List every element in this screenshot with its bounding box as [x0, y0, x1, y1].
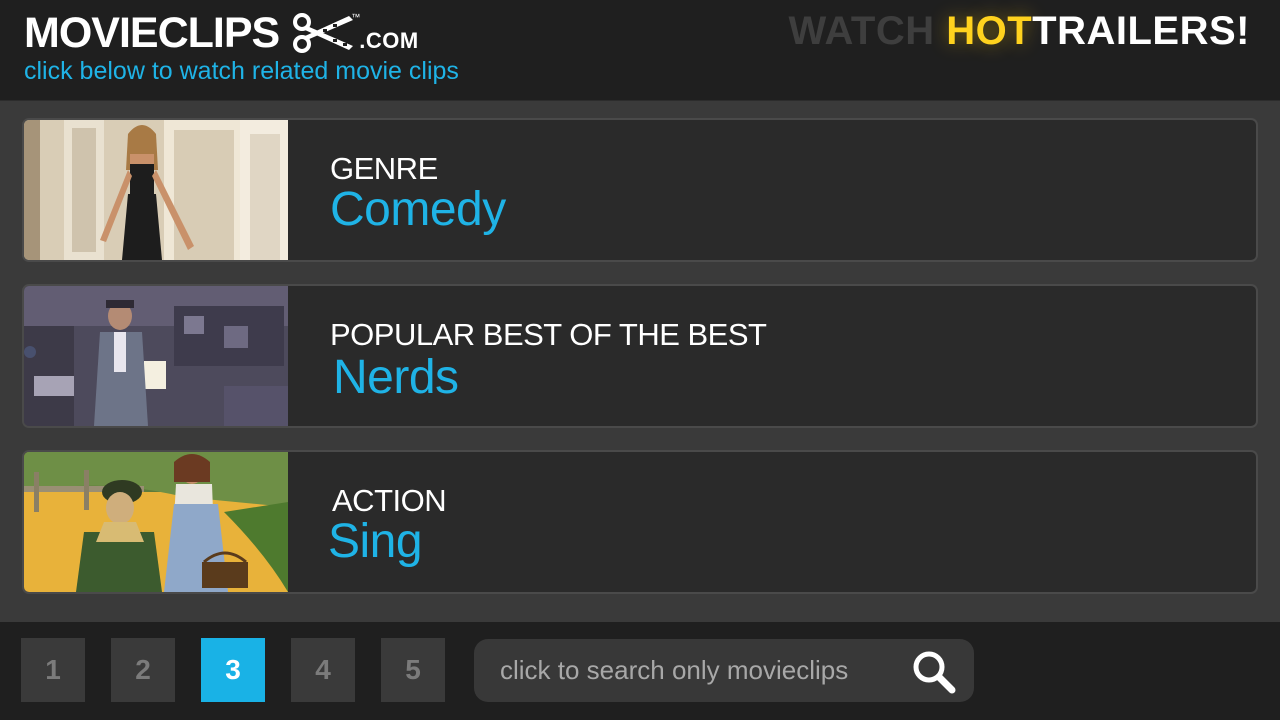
clip-card-sing[interactable]: ACTION Sing — [22, 450, 1258, 594]
tagline: click below to watch related movie clips — [24, 57, 459, 85]
watch-hot-trailers-banner[interactable]: WATCH HOTTRAILERS! — [788, 8, 1250, 54]
promo-word-hot: HOT — [946, 9, 1033, 53]
logo-text: MOVIECLIPS — [24, 9, 280, 57]
page-button-5[interactable]: 5 — [381, 638, 445, 702]
card-title: Sing — [328, 515, 423, 568]
movieclips-logo[interactable]: MOVIECLIPS ™ .COM — [24, 10, 419, 56]
trademark-mark: ™ — [351, 12, 361, 22]
page-button-1[interactable]: 1 — [21, 638, 85, 702]
scissors-icon: ™ — [293, 12, 361, 54]
search-input[interactable]: click to search only movieclips — [474, 639, 974, 702]
promo-word-watch: WATCH — [788, 9, 947, 53]
clip-card-nerds[interactable]: POPULAR BEST OF THE BEST Nerds — [22, 284, 1258, 428]
sing-scene-thumbnail — [24, 452, 288, 592]
comedy-scene-thumbnail — [24, 120, 288, 260]
page-button-2[interactable]: 2 — [111, 638, 175, 702]
logo-domain: .COM — [359, 28, 419, 53]
bottom-bar: 1 2 3 4 5 click to search only movieclip… — [0, 622, 1280, 720]
card-category: ACTION — [332, 483, 447, 518]
related-clips-list: GENRE Comedy POPULAR BEST OF THE BEST Ne… — [22, 118, 1258, 616]
card-title: Comedy — [330, 183, 506, 236]
card-title: Nerds — [333, 351, 459, 404]
promo-word-trailers: TRAILERS! — [1032, 9, 1250, 53]
card-category: POPULAR BEST OF THE BEST — [330, 317, 767, 352]
header: MOVIECLIPS ™ .COM click below to watch r… — [0, 0, 1280, 101]
page-button-4[interactable]: 4 — [291, 638, 355, 702]
card-category: GENRE — [330, 151, 438, 186]
clip-card-comedy[interactable]: GENRE Comedy — [22, 118, 1258, 262]
page-button-3[interactable]: 3 — [201, 638, 265, 702]
search-placeholder: click to search only movieclips — [500, 655, 849, 685]
search-icon[interactable] — [910, 648, 958, 696]
nerds-scene-thumbnail — [24, 286, 288, 426]
